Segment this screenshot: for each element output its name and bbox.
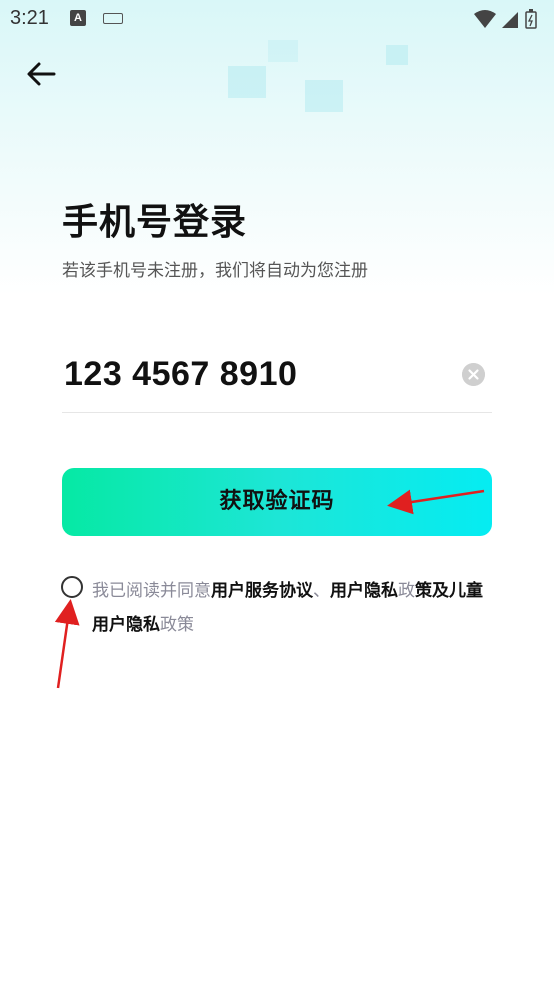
clear-input-icon[interactable]: [462, 363, 485, 386]
status-bar: 3:21 A: [0, 0, 554, 38]
battery-icon: [525, 11, 537, 29]
input-divider: [62, 412, 492, 413]
privacy-link[interactable]: 用户隐私: [330, 581, 398, 601]
a-notification-icon: A: [70, 10, 86, 26]
agreement-text: 我已阅读并同意用户服务协议、用户隐私政策及儿童用户隐私政策: [92, 574, 492, 642]
status-time: 3:21: [10, 7, 49, 29]
get-code-button[interactable]: 获取验证码: [62, 468, 492, 536]
decor-tile: [228, 66, 266, 98]
child-privacy-link-tail[interactable]: 政策: [160, 615, 194, 635]
privacy-link-tail-a[interactable]: 政: [398, 581, 415, 601]
annotation-arrow-checkbox: [54, 599, 80, 689]
keyboard-icon: [103, 13, 123, 24]
terms-link[interactable]: 用户服务协议: [211, 581, 313, 601]
wifi-icon: [474, 10, 496, 28]
decor-tile: [268, 40, 298, 62]
phone-input[interactable]: 123 4567 8910: [64, 355, 297, 394]
page-title: 手机号登录: [62, 202, 248, 243]
agreement-checkbox[interactable]: [61, 576, 83, 598]
privacy-link-tail-b[interactable]: 策: [415, 581, 432, 601]
agreement-prefix: 我已阅读并同意: [92, 581, 211, 601]
cell-signal-icon: [502, 12, 518, 28]
decor-tile: [305, 80, 343, 112]
back-arrow-icon[interactable]: [24, 58, 60, 90]
decor-tile: [386, 45, 408, 65]
agreement-sep: 、: [313, 581, 330, 601]
signal-battery-icons: [474, 9, 537, 29]
agreement-and: 及: [432, 581, 449, 601]
page-subtitle: 若该手机号未注册，我们将自动为您注册: [62, 261, 368, 281]
